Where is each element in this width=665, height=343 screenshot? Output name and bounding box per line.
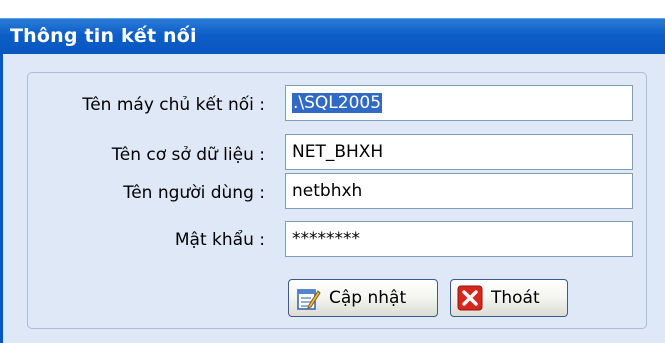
server-name-input[interactable]: .\SQL2005 xyxy=(285,85,633,121)
top-strip xyxy=(0,0,665,18)
username-input[interactable]: netbhxh xyxy=(285,173,633,209)
server-label: Tên máy chủ kết nối : xyxy=(82,95,265,115)
connection-info-window: Thông tin kết nối Tên máy chủ kết nối : … xyxy=(0,0,665,343)
password-input[interactable]: ******** xyxy=(285,221,633,257)
window-title: Thông tin kết nối xyxy=(10,25,197,47)
database-name-input[interactable]: NET_BHXH xyxy=(285,134,633,170)
server-name-value: .\SQL2005 xyxy=(292,93,383,113)
exit-button[interactable]: Thoát xyxy=(450,279,568,317)
close-x-icon xyxy=(457,285,483,311)
title-bar[interactable]: Thông tin kết nối xyxy=(0,18,665,54)
password-label: Mật khẩu : xyxy=(174,230,265,250)
exit-button-label: Thoát xyxy=(491,288,540,308)
database-label: Tên cơ sở dữ liệu : xyxy=(111,145,265,165)
update-button[interactable]: Cập nhật xyxy=(288,279,438,317)
username-label: Tên người dùng : xyxy=(123,183,265,203)
update-button-label: Cập nhật xyxy=(329,288,407,308)
edit-document-icon xyxy=(297,289,321,310)
